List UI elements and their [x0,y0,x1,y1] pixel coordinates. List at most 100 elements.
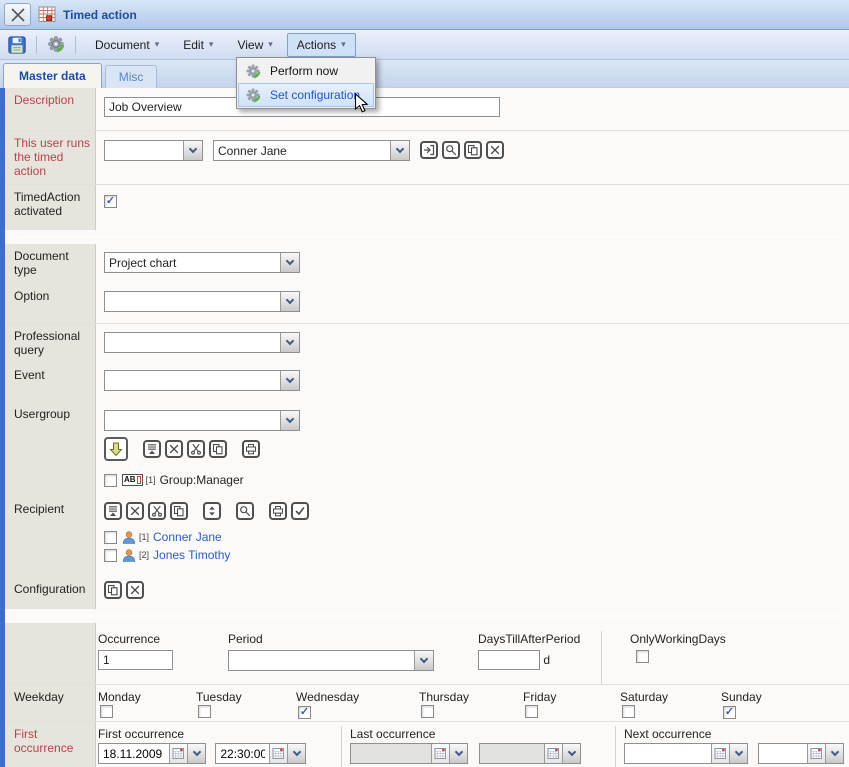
day-checkbox-sunday[interactable]: ✓ [723,706,736,719]
usergroup-entry-checkbox[interactable] [104,474,117,487]
document-type-select[interactable]: Project chart [104,252,300,273]
dropdown-button[interactable] [287,744,305,763]
close-button[interactable] [4,3,31,26]
perform-button[interactable] [44,33,68,57]
only-working-days-checkbox[interactable] [636,650,649,663]
run-user-select[interactable]: Conner Jane [213,140,410,161]
day-checkbox-wednesday[interactable]: ✓ [298,706,311,719]
cut-button[interactable] [148,502,166,520]
dropdown-button[interactable] [183,141,202,160]
dropdown-button[interactable] [390,141,409,160]
goto-button[interactable] [420,141,438,159]
weekday-cell: Tuesday [196,690,296,721]
dropdown-button[interactable] [729,744,747,763]
professional-query-select[interactable] [104,332,300,353]
entry-index: [1] [146,475,156,485]
last-occurrence-group: Last occurrence [341,726,615,767]
delete-button[interactable] [126,502,144,520]
dropdown-button[interactable] [280,253,299,272]
timed-action-window: Timed action [0,0,849,766]
menu-document[interactable]: Document ▾ [85,33,169,57]
copy-button[interactable] [104,581,122,599]
day-label: Friday [523,690,620,704]
menu-actions[interactable]: Actions ▾ [287,33,356,57]
cut-button[interactable] [187,440,205,458]
next-occurrence-date-input[interactable] [625,744,711,763]
tab-master-data[interactable]: Master data [3,63,102,88]
day-checkbox-monday[interactable] [100,705,113,718]
next-occurrence-time[interactable] [758,743,844,764]
add-to-list-button[interactable] [104,437,128,461]
first-occurrence-time-input[interactable] [216,744,269,763]
dropdown-button[interactable] [280,333,299,352]
dropdown-button[interactable] [280,292,299,311]
first-occurrence-date-input[interactable] [99,744,169,763]
next-occurrence-date[interactable] [624,743,748,764]
document-type-row: Document type Project chart [5,244,849,284]
move-top-button[interactable] [143,440,161,458]
menu-item-perform-now[interactable]: Perform now [238,59,374,83]
user-type-select[interactable] [104,140,203,161]
recipient-name-link[interactable]: Jones Timothy [153,548,230,562]
dropdown-button [562,744,580,763]
calendar-picker-icon[interactable] [269,744,287,763]
document-type-label: Document type [5,244,96,284]
menu-edit[interactable]: Edit ▾ [173,33,223,57]
search-button[interactable] [236,502,254,520]
dropdown-button[interactable] [414,651,433,670]
event-row: Event [5,363,849,402]
tab-misc[interactable]: Misc [105,65,158,88]
gear-green-arrow-icon [246,88,261,103]
confirm-button[interactable] [291,502,309,520]
day-checkbox-thursday[interactable] [421,705,434,718]
option-select[interactable] [104,291,300,312]
dropdown-button[interactable] [825,744,843,763]
section-separator [5,609,849,623]
recipient-entry: [2] Jones Timothy [104,548,849,562]
copy-button[interactable] [464,141,482,159]
copy-button[interactable] [209,440,227,458]
days-till-input[interactable] [478,650,540,670]
day-checkbox-friday[interactable] [525,705,538,718]
calendar-picker-icon[interactable] [169,744,187,763]
first-occurrence-row-label: First occurrence [5,722,96,767]
save-button[interactable] [5,33,29,57]
move-top-button[interactable] [104,502,122,520]
day-checkbox-saturday[interactable] [622,705,635,718]
print-button[interactable] [269,502,287,520]
recipient-name-link[interactable]: Conner Jane [153,530,222,544]
chevron-down-icon [286,296,294,304]
first-occurrence-time[interactable] [215,743,306,764]
period-cell: Period [226,631,470,684]
clear-button[interactable] [126,581,144,599]
activated-checkbox[interactable]: ✓ [104,195,117,208]
menu-view[interactable]: View ▾ [227,33,282,57]
last-occurrence-time [479,743,581,764]
dropdown-button[interactable] [280,371,299,390]
chevron-down-icon: ▾ [155,39,160,50]
calendar-picker-icon[interactable] [807,744,825,763]
calendar-picker-icon[interactable] [711,744,729,763]
day-checkbox-tuesday[interactable] [198,705,211,718]
delete-button[interactable] [165,440,183,458]
days-unit-label: d [543,653,550,667]
search-button[interactable] [442,141,460,159]
activated-label: TimedAction activated [5,185,96,230]
recipient-label: Recipient [5,497,96,577]
next-occurrence-time-input[interactable] [759,744,807,763]
sort-button[interactable] [203,502,221,520]
event-label: Event [5,363,96,402]
occurrence-input[interactable] [98,650,173,670]
copy-button[interactable] [170,502,188,520]
event-select[interactable] [104,370,300,391]
dropdown-button[interactable] [280,411,299,430]
print-button[interactable] [242,440,260,458]
clear-button[interactable] [486,141,504,159]
dropdown-button[interactable] [187,744,205,763]
period-select[interactable] [228,650,434,671]
recipient-checkbox[interactable] [104,549,117,562]
calendar-picker-icon [431,744,449,763]
first-occurrence-date[interactable] [98,743,206,764]
usergroup-select[interactable] [104,410,300,431]
recipient-checkbox[interactable] [104,531,117,544]
